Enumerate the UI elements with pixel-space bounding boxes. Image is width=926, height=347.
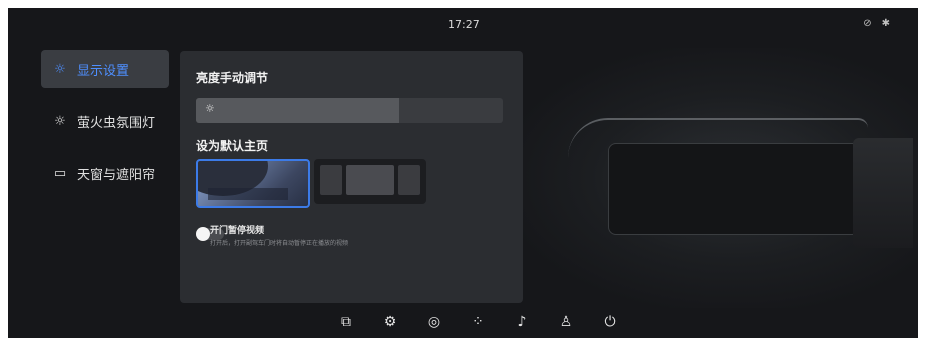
homepage-option-1[interactable] (196, 159, 310, 208)
brightness-fill (196, 98, 399, 123)
pause-video-description: 打开后，打开副驾车门时将自动暂停正在播放的视频 (210, 240, 349, 247)
brightness-slider[interactable]: ☼ (196, 98, 503, 123)
thumbnail-frame (398, 165, 420, 195)
link-icon: ⊘ (863, 18, 872, 29)
sidebar-item-sunroof[interactable]: ▭ 天窗与遮阳帘 (41, 154, 169, 192)
dashboard-display (608, 143, 860, 235)
pause-video-title: 开门暂停视频 (210, 226, 265, 236)
sun-icon: ☼ (205, 102, 215, 115)
settings-panel: 亮度手动调节 ☼ 设为默认主页 开门暂停视频 打开后，打开副驾车门时将自动暂停正… (180, 51, 523, 303)
sidebar: ☼ 显示设置 ☼ 萤火虫氛围灯 ▭ 天窗与遮阳帘 (41, 50, 169, 206)
status-icons: ⊘ ✱ (863, 18, 890, 29)
sidebar-item-label: 萤火虫氛围灯 (77, 115, 156, 131)
window-icon[interactable]: ⧉ (338, 314, 354, 330)
thumbnail-frame (346, 165, 394, 195)
thumbnail-bar (208, 188, 288, 200)
sun-icon: ☼ (54, 113, 66, 129)
toggle-knob (196, 227, 210, 241)
brightness-title: 亮度手动调节 (196, 71, 269, 85)
sidebar-item-display-settings[interactable]: ☼ 显示设置 (41, 50, 169, 88)
apps-icon[interactable]: ⁘ (470, 314, 486, 330)
sidebar-item-label: 天窗与遮阳帘 (77, 167, 156, 183)
bluetooth-icon: ✱ (881, 18, 890, 29)
sidebar-item-ambient-light[interactable]: ☼ 萤火虫氛围灯 (41, 102, 169, 140)
person-icon[interactable]: ♙ (558, 314, 574, 330)
car-screen: 17:27 ⊘ ✱ ☼ 显示设置 ☼ 萤火虫氛围灯 ▭ 天窗与遮阳帘 亮度手动调… (8, 8, 918, 338)
settings-icon[interactable]: ⚙ (382, 314, 398, 330)
clock: 17:27 (448, 18, 480, 31)
homepage-title: 设为默认主页 (196, 139, 269, 153)
dock: ⧉ ⚙ ◎ ⁘ ♪ ♙ ⏻ (338, 314, 618, 330)
sidebar-item-label: 显示设置 (77, 63, 130, 79)
power-icon[interactable]: ⏻ (602, 314, 618, 330)
thumbnail-frame (320, 165, 342, 195)
planet-icon[interactable]: ◎ (426, 314, 442, 330)
homepage-option-2[interactable] (314, 159, 426, 204)
music-icon[interactable]: ♪ (514, 314, 530, 330)
sun-icon: ☼ (54, 61, 66, 77)
sunroof-icon: ▭ (53, 165, 67, 181)
dashboard-side (853, 138, 913, 248)
